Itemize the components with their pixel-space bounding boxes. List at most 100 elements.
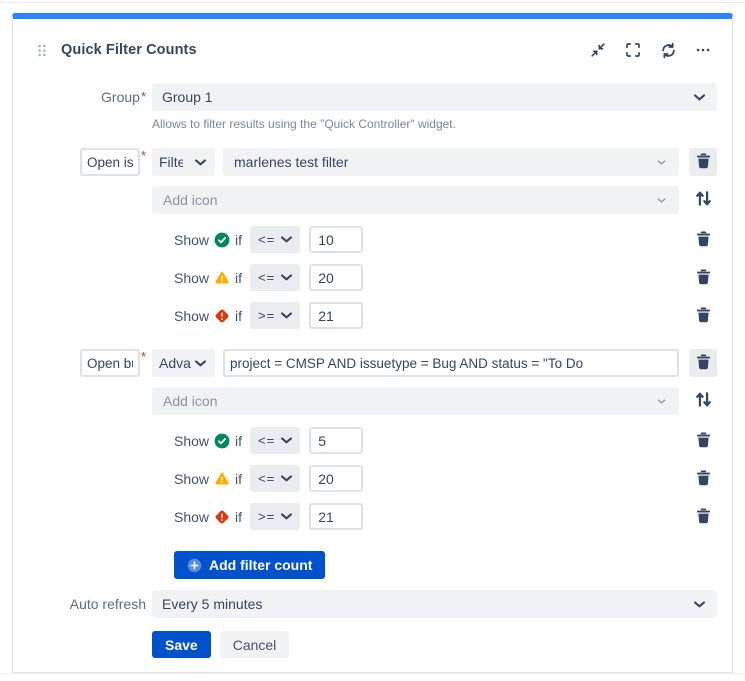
if-label: if (235, 308, 242, 324)
warning-icon (214, 471, 230, 487)
delete-threshold-button[interactable] (691, 429, 715, 453)
show-label: Show (174, 509, 209, 525)
if-label: if (235, 509, 242, 525)
drag-handle-icon[interactable] (37, 43, 47, 58)
up-down-arrows-icon (694, 390, 713, 412)
chevron-down-icon (656, 195, 667, 206)
filter-type-value: Filter (159, 154, 183, 170)
auto-refresh-select[interactable]: Every 5 minutes (152, 590, 717, 618)
trash-icon (695, 152, 712, 172)
chevron-down-icon (279, 232, 294, 247)
threshold-value-input[interactable] (309, 427, 363, 454)
chevron-down-icon (193, 155, 208, 170)
filter-type-select[interactable]: Filter (152, 148, 215, 176)
cancel-button[interactable]: Cancel (220, 631, 290, 658)
operator-select[interactable]: <= (250, 226, 300, 253)
filter-row: * Filter marlenes test filter (13, 148, 732, 176)
trash-icon (695, 230, 712, 250)
operator-value: >= (258, 509, 275, 524)
operator-select[interactable]: <= (250, 264, 300, 291)
delete-threshold-button[interactable] (691, 228, 715, 252)
more-button[interactable] (694, 41, 712, 59)
delete-filter-button[interactable] (689, 349, 717, 377)
delete-filter-button[interactable] (689, 148, 717, 176)
chevron-down-icon (279, 471, 294, 486)
collapse-button[interactable] (589, 41, 607, 59)
filter-type-select[interactable]: Advanced (152, 349, 215, 377)
filter-name-input[interactable] (80, 148, 140, 176)
add-filter-count-button[interactable]: Add filter count (174, 551, 325, 579)
icon-select[interactable]: Add icon (152, 186, 679, 214)
success-icon (214, 433, 230, 449)
show-label: Show (174, 433, 209, 449)
threshold-value-input[interactable] (309, 503, 363, 530)
threshold-value-input[interactable] (309, 465, 363, 492)
expand-button[interactable] (624, 41, 642, 59)
chevron-down-icon (279, 433, 294, 448)
chevron-down-icon (279, 308, 294, 323)
header-actions (589, 41, 712, 59)
save-button[interactable]: Save (152, 631, 211, 658)
filter-query-select[interactable]: marlenes test filter (223, 148, 679, 176)
threshold-row: Show if <= (13, 427, 732, 454)
widget-header: Quick Filter Counts (13, 19, 732, 59)
operator-select[interactable]: <= (250, 427, 300, 454)
trash-icon (695, 268, 712, 288)
chevron-down-icon (193, 356, 208, 371)
group-select[interactable]: Group 1 (152, 83, 717, 111)
chevron-down-icon (656, 396, 667, 407)
operator-value: <= (258, 433, 275, 448)
required-asterisk: * (141, 149, 146, 162)
error-icon (214, 509, 230, 525)
if-label: if (235, 232, 242, 248)
threshold-value-input[interactable] (309, 226, 363, 253)
operator-value: >= (258, 308, 275, 323)
show-label: Show (174, 471, 209, 487)
expand-icon (625, 42, 641, 58)
threshold-value-input[interactable] (309, 302, 363, 329)
group-help-text: Allows to filter results using the "Quic… (152, 117, 456, 131)
chevron-down-icon (279, 270, 294, 285)
operator-select[interactable]: <= (250, 465, 300, 492)
threshold-value-input[interactable] (309, 264, 363, 291)
threshold-row: Show if <= (13, 264, 732, 291)
widget-card: Quick Filter Counts (12, 13, 733, 673)
trash-icon (695, 431, 712, 451)
icon-select-placeholder: Add icon (163, 393, 648, 409)
form-actions-row: Save Cancel (13, 631, 732, 658)
save-label: Save (165, 637, 198, 653)
delete-threshold-button[interactable] (691, 467, 715, 491)
filter-query-input[interactable] (223, 349, 679, 377)
delete-threshold-button[interactable] (691, 266, 715, 290)
icon-select-placeholder: Add icon (163, 192, 648, 208)
threshold-row: Show if <= (13, 226, 732, 253)
required-asterisk: * (141, 350, 146, 363)
reorder-button[interactable] (690, 388, 716, 414)
reorder-button[interactable] (690, 187, 716, 213)
filter-query-value: marlenes test filter (234, 154, 648, 170)
filter-name-input[interactable] (80, 349, 140, 377)
icon-select[interactable]: Add icon (152, 387, 679, 415)
add-filter-row: Add filter count (13, 551, 732, 579)
operator-select[interactable]: >= (250, 302, 300, 329)
refresh-button[interactable] (659, 41, 677, 59)
cancel-label: Cancel (233, 637, 277, 653)
group-select-value: Group 1 (162, 89, 684, 105)
delete-threshold-button[interactable] (691, 505, 715, 529)
group-label: Group (101, 89, 140, 105)
delete-threshold-button[interactable] (691, 304, 715, 328)
filter-row: * Advanced (13, 349, 732, 377)
operator-select[interactable]: >= (250, 503, 300, 530)
add-filter-count-label: Add filter count (209, 557, 312, 573)
threshold-row: Show if <= (13, 465, 732, 492)
page-top-divider (0, 2, 745, 3)
icon-row: Add icon (13, 186, 732, 214)
trash-icon (695, 353, 712, 373)
warning-icon (214, 270, 230, 286)
error-icon (214, 308, 230, 324)
show-label: Show (174, 270, 209, 286)
threshold-row: Show if >= (13, 302, 732, 329)
show-label: Show (174, 308, 209, 324)
plus-circle-icon (187, 558, 202, 573)
operator-value: <= (258, 471, 275, 486)
